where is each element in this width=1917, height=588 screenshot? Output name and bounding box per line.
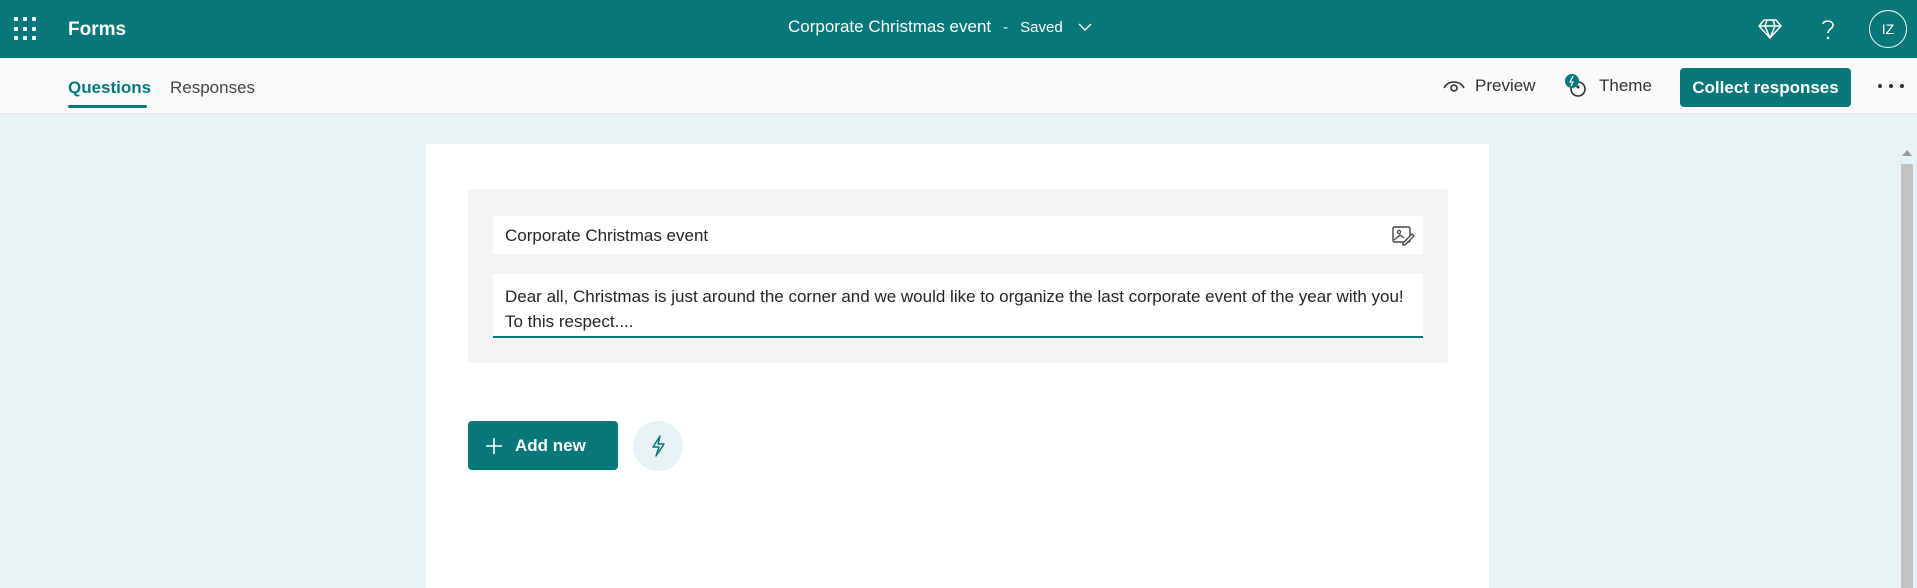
sub-navigation: Questions Responses Preview Theme Collec… xyxy=(0,58,1917,114)
scroll-up-arrow-icon[interactable] xyxy=(1902,150,1912,156)
form-description-field[interactable]: Dear all, Christmas is just around the c… xyxy=(493,274,1423,338)
lightning-icon xyxy=(652,435,665,457)
theme-button[interactable]: Theme xyxy=(1563,74,1652,98)
add-new-button[interactable]: Add new xyxy=(468,421,618,470)
save-status: Saved xyxy=(1020,18,1063,36)
form-title-field[interactable]: Corporate Christmas event xyxy=(493,216,1423,254)
title-separator: - xyxy=(1003,18,1009,36)
app-name[interactable]: Forms xyxy=(68,19,126,41)
scroll-thumb[interactable] xyxy=(1901,164,1913,588)
form-title-menu[interactable]: Corporate Christmas event - Saved xyxy=(788,17,1093,37)
preview-button[interactable]: Preview xyxy=(1443,74,1535,98)
eye-icon xyxy=(1443,81,1465,92)
plus-icon xyxy=(486,437,502,454)
preview-label: Preview xyxy=(1475,76,1536,95)
help-icon[interactable] xyxy=(1814,15,1842,43)
top-bar: Forms Corporate Christmas event - Saved … xyxy=(0,0,1917,58)
tab-questions[interactable]: Questions xyxy=(68,78,151,98)
palette-icon xyxy=(1565,74,1586,97)
quick-suggestions-button[interactable] xyxy=(633,421,683,471)
form-header-section: Corporate Christmas event Dear all, Chri… xyxy=(468,189,1448,363)
insert-image-icon[interactable] xyxy=(1391,223,1415,247)
app-launcher-waffle-icon[interactable] xyxy=(14,17,38,41)
user-avatar[interactable]: IZ xyxy=(1869,10,1907,48)
form-canvas: Corporate Christmas event Dear all, Chri… xyxy=(426,144,1489,588)
add-new-label: Add new xyxy=(515,435,586,455)
more-options-icon[interactable] xyxy=(1878,76,1904,96)
tab-responses[interactable]: Responses xyxy=(170,78,255,98)
active-tab-indicator xyxy=(68,105,147,108)
chevron-down-icon xyxy=(1078,23,1092,31)
form-title: Corporate Christmas event xyxy=(788,17,992,36)
collect-responses-button[interactable]: Collect responses xyxy=(1680,68,1851,107)
theme-label: Theme xyxy=(1599,76,1652,95)
form-title-text: Corporate Christmas event xyxy=(505,226,709,245)
diamond-icon[interactable] xyxy=(1756,15,1784,43)
vertical-scrollbar[interactable] xyxy=(1897,144,1917,588)
